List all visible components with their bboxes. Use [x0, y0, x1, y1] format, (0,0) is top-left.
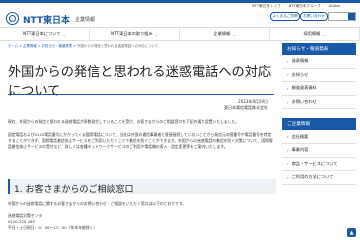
- chevron-right-icon: ›: [287, 58, 289, 64]
- nav-item-careers[interactable]: 採用情報 ⌄: [270, 28, 360, 40]
- nav-item-about[interactable]: NTT東日本について ⌄: [0, 28, 90, 40]
- sidebar: お知らせ・報道発表 › 発表情報 › お知らせ › 報道発表資料 › お問い合わせ ご企…: [282, 43, 356, 185]
- brand-sub: 企業情報: [75, 16, 96, 23]
- brand-name: NTT東日本: [23, 15, 71, 26]
- utility-links: NTT東日本トップ NTT東日本グループ Global: [252, 4, 340, 9]
- toplink-group[interactable]: NTT東日本グループ: [289, 4, 321, 9]
- publish-info: 2023年8月29日 東日本電信電話株式会社: [224, 99, 268, 111]
- contact-hours: 平日・土日祝日：9：00～17：00（年末年始除く）: [8, 225, 98, 230]
- contact-button[interactable]: お問い合わせ: [300, 12, 328, 21]
- sidebar-head-news[interactable]: お知らせ・報道発表: [282, 43, 356, 55]
- sidebar-item-notices[interactable]: › お知らせ: [282, 69, 356, 83]
- sidebar-item-services[interactable]: › 商品・サービスについて: [282, 158, 356, 172]
- sidebar-item-press[interactable]: › 報道発表資料: [282, 82, 356, 96]
- chevron-right-icon: ›: [287, 174, 289, 180]
- chevron-right-icon: ›: [287, 99, 289, 105]
- section-title: 1. お客さまからのご相談窓口: [14, 185, 134, 195]
- chevron-down-icon: ⌄: [322, 31, 326, 37]
- global-nav: NTT東日本について ⌄ NTT東日本の取り組み ⌄ 企業情報 ⌄ 採用情報 ⌄: [0, 27, 360, 41]
- page-title: 外国からの発信と思われる迷惑電話への対応について: [8, 64, 272, 99]
- top-accent-bar: [0, 0, 360, 3]
- chevron-down-icon: ⌄: [62, 31, 66, 37]
- sidebar-item-business[interactable]: › 事業内容: [282, 144, 356, 158]
- nav-item-initiatives[interactable]: NTT東日本の取り組み ⌄: [90, 28, 180, 40]
- chevron-down-icon: ⌄: [232, 31, 236, 37]
- sidebar-item-usage[interactable]: › ご利用の方法について: [282, 171, 356, 185]
- chevron-right-icon: ›: [287, 72, 289, 78]
- sidebar-head-corporate[interactable]: ご企業情報: [282, 118, 356, 131]
- publisher: 東日本電信電話株式会社: [224, 105, 268, 110]
- intro-paragraph: 現在、外国からの発信と思われる迷惑電話が多数発生していることを受け、お客さまから…: [8, 119, 240, 124]
- chevron-right-icon: ›: [287, 85, 289, 91]
- breadcrumb-corporate[interactable]: 企業情報: [23, 44, 37, 48]
- chevron-right-icon: ›: [287, 161, 289, 167]
- breadcrumb-home[interactable]: ホーム: [8, 44, 18, 48]
- sidebar-item-releases[interactable]: › 発表情報: [282, 55, 356, 69]
- search-icon[interactable]: [348, 13, 355, 27]
- section-lead: 外国からの迷惑電話に関するお客さまからのお問い合わせ・ご相談をいただく窓口は以下…: [8, 201, 187, 206]
- breadcrumb-current: 外国からの発信と思われる迷惑電話への対応について: [77, 44, 159, 48]
- arrow-up-icon[interactable]: ▲: [347, 228, 356, 237]
- toplink-ntt-east-top[interactable]: NTT東日本トップ: [252, 4, 281, 9]
- chevron-down-icon: ⌄: [154, 31, 159, 37]
- title-divider: [8, 94, 274, 95]
- ntt-logo-icon: [6, 12, 20, 26]
- nav-item-corporate[interactable]: 企業情報 ⌄: [180, 28, 270, 40]
- chevron-right-icon: ›: [287, 134, 289, 140]
- body-paragraph: 固定電話および0120電話番号にかかってくる国際電話について、当社は外国の通信事…: [8, 132, 273, 150]
- breadcrumb: ホーム > 企業情報 > お知らせ・報道発表 > 外国からの発信と思われる迷惑電…: [8, 44, 159, 48]
- search-input[interactable]: [328, 12, 356, 27]
- sidebar-item-overview[interactable]: › 会社概要: [282, 130, 356, 144]
- site-logo[interactable]: NTT東日本 企業情報: [6, 12, 95, 26]
- chevron-right-icon: ›: [287, 147, 289, 153]
- faq-button[interactable]: よくあるご質問: [270, 12, 300, 21]
- sidebar-item-inquiry[interactable]: › お問い合わせ: [282, 96, 356, 110]
- toplink-global[interactable]: Global: [329, 4, 340, 9]
- breadcrumb-news[interactable]: お知らせ・報道発表: [42, 44, 72, 48]
